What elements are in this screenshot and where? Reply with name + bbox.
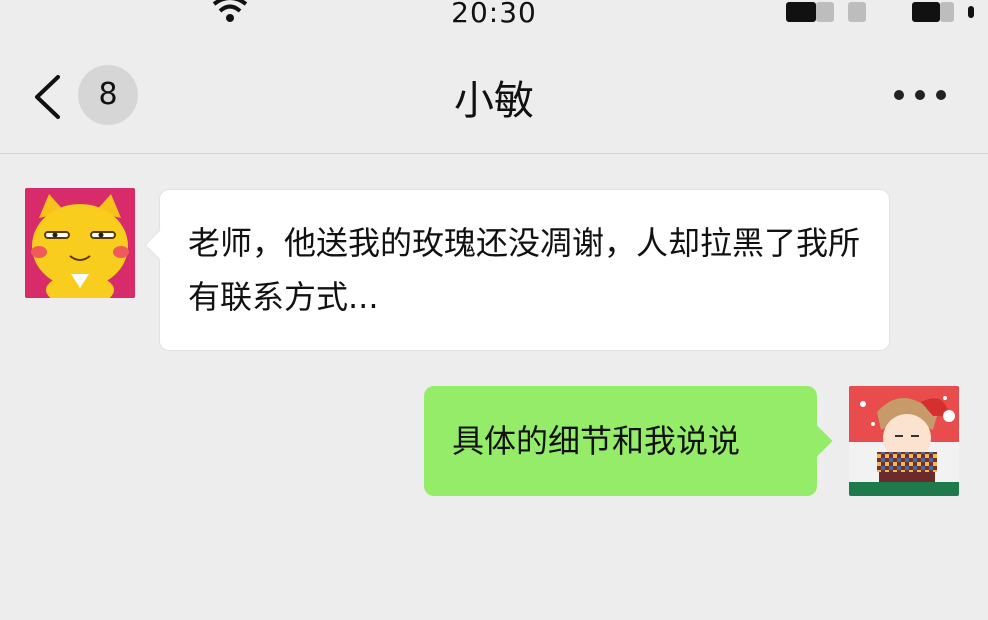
battery-icon [786, 2, 976, 24]
more-dots-icon[interactable] [892, 82, 948, 106]
outgoing-message-bubble[interactable]: 具体的细节和我说说 [424, 386, 833, 496]
chat-header: 8 小敏 [0, 34, 988, 154]
cartoon-boy-avatar [849, 386, 959, 496]
message-text: 老师，他送我的玫瑰还没凋谢，人却拉黑了我所有联系方式... [188, 224, 861, 316]
incoming-message-bubble[interactable]: 老师，他送我的玫瑰还没凋谢，人却拉黑了我所有联系方式... [144, 189, 890, 351]
message-text: 具体的细节和我说说 [452, 422, 741, 460]
contact-avatar[interactable] [25, 188, 135, 298]
cartoon-cat-avatar [25, 188, 135, 298]
bubble-tail [144, 229, 176, 261]
status-bar: 20:30 [0, 0, 988, 34]
chat-title: 小敏 [454, 78, 534, 124]
bubble-tail [801, 425, 833, 457]
chat-screen: 20:30 8 小敏 老师，他送我的玫瑰还没凋谢，人却拉黑了我所有联系方式...… [0, 0, 988, 620]
my-avatar[interactable] [849, 386, 959, 496]
